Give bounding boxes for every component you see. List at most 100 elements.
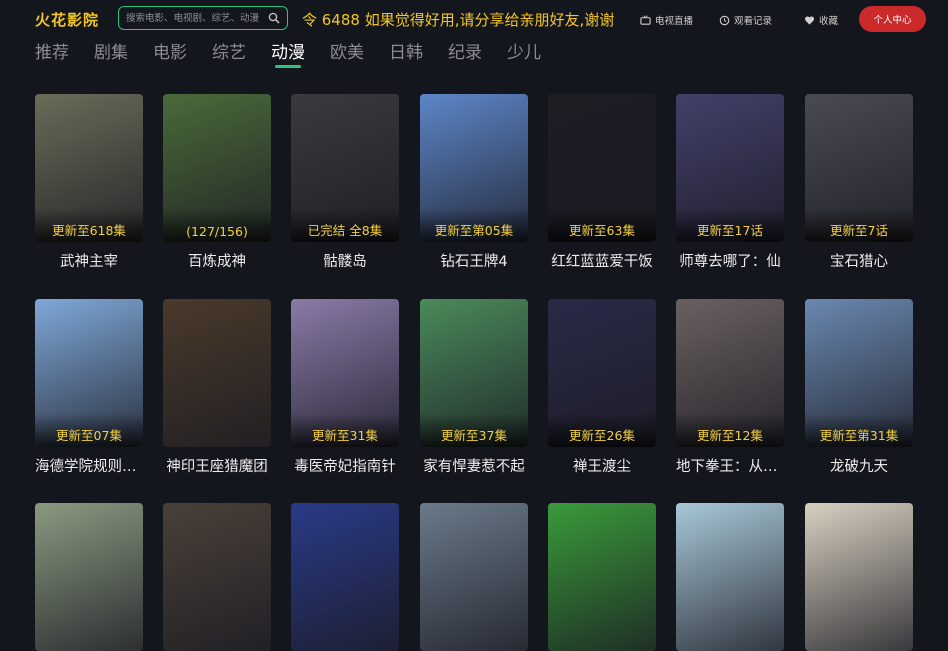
- episode-badge: (127/156): [186, 224, 248, 239]
- heart-icon: [804, 15, 815, 25]
- video-title[interactable]: 红红蓝蓝爱干饭: [548, 250, 656, 271]
- video-card[interactable]: [291, 503, 399, 651]
- video-card[interactable]: 神印王座猎魔团: [163, 299, 271, 476]
- tv-icon: [640, 14, 651, 25]
- tab-3[interactable]: 综艺: [212, 42, 246, 68]
- video-card[interactable]: 更新至12集地下拳王：从零开始: [676, 299, 784, 476]
- notice-marquee: 令 6488 如果觉得好用,请分享给亲朋好友,谢谢: [302, 11, 615, 29]
- user-center-button[interactable]: 个人中心: [859, 6, 926, 32]
- tab-4[interactable]: 动漫: [271, 42, 305, 68]
- episode-badge: 已完结 全8集: [307, 223, 383, 238]
- poster-image[interactable]: [676, 503, 784, 651]
- poster-art: [676, 503, 784, 651]
- video-card[interactable]: [163, 503, 271, 651]
- top-bar: 火花影院 令 6488 如果觉得好用,请分享给亲朋好友,谢谢 电视直播 观看记录…: [0, 0, 948, 40]
- tab-6[interactable]: 日韩: [389, 42, 423, 68]
- episode-badge: 更新至26集: [569, 428, 635, 443]
- video-card[interactable]: 更新至26集禅王渡尘: [548, 299, 656, 476]
- video-card[interactable]: [35, 503, 143, 651]
- episode-badge: 更新至7话: [830, 223, 888, 238]
- video-card[interactable]: 更新至31集毒医帝妃指南针: [291, 299, 399, 476]
- poster-art: [805, 503, 913, 651]
- poster-image[interactable]: 更新至7话: [805, 94, 913, 242]
- history-icon: [719, 15, 730, 25]
- search-box[interactable]: [118, 6, 288, 30]
- poster-image[interactable]: 更新至63集: [548, 94, 656, 242]
- video-title[interactable]: 武神主宰: [35, 250, 143, 271]
- poster-image[interactable]: 更新至26集: [548, 299, 656, 447]
- video-card[interactable]: (127/156) 百炼成神: [163, 94, 271, 271]
- poster-image[interactable]: 更新至17话: [676, 94, 784, 242]
- video-title[interactable]: 地下拳王：从零开始: [676, 455, 784, 476]
- history-button[interactable]: 观看记录: [719, 12, 772, 28]
- poster-image[interactable]: [548, 503, 656, 651]
- poster-image[interactable]: (127/156): [163, 94, 271, 242]
- tab-8[interactable]: 少儿: [507, 42, 541, 68]
- poster-image[interactable]: [163, 299, 271, 447]
- video-title[interactable]: 百炼成神: [163, 250, 271, 271]
- video-card[interactable]: [548, 503, 656, 651]
- poster-art: [420, 503, 528, 651]
- search-icon[interactable]: [268, 12, 280, 24]
- poster-image[interactable]: 更新至第31集: [805, 299, 913, 447]
- video-card[interactable]: 更新至第05集钻石王牌4: [420, 94, 528, 271]
- video-card[interactable]: 更新至07集海德学院规则怪谈: [35, 299, 143, 476]
- tv-live-label: 电视直播: [655, 16, 694, 27]
- poster-image[interactable]: 更新至07集: [35, 299, 143, 447]
- poster-image[interactable]: [420, 503, 528, 651]
- tab-7[interactable]: 纪录: [448, 42, 482, 68]
- video-title[interactable]: 海德学院规则怪谈: [35, 455, 143, 476]
- video-title[interactable]: 钻石王牌4: [420, 250, 528, 271]
- poster-art: [291, 503, 399, 651]
- tab-0[interactable]: 推荐: [35, 42, 69, 68]
- tab-1[interactable]: 剧集: [94, 42, 128, 68]
- favorites-button[interactable]: 收藏: [804, 12, 838, 28]
- video-title[interactable]: 神印王座猎魔团: [163, 455, 271, 476]
- poster-image[interactable]: 更新至12集: [676, 299, 784, 447]
- video-card[interactable]: 更新至63集红红蓝蓝爱干饭: [548, 94, 656, 271]
- poster-image[interactable]: [291, 503, 399, 651]
- episode-badge: 更新至第05集: [434, 223, 514, 238]
- tv-live-button[interactable]: 电视直播: [640, 12, 693, 28]
- search-input[interactable]: [126, 9, 264, 27]
- poster-image[interactable]: 更新至37集: [420, 299, 528, 447]
- episode-badge: 更新至63集: [569, 223, 635, 238]
- tab-5[interactable]: 欧美: [330, 42, 364, 68]
- video-card[interactable]: 更新至618集武神主宰: [35, 94, 143, 271]
- video-card[interactable]: [420, 503, 528, 651]
- video-title[interactable]: 师尊去哪了：仙: [676, 250, 784, 271]
- video-title[interactable]: 龙破九天: [805, 455, 913, 476]
- video-title[interactable]: 禅王渡尘: [548, 455, 656, 476]
- poster-image[interactable]: [805, 503, 913, 651]
- video-title[interactable]: 骷髅岛: [291, 250, 399, 271]
- poster-image[interactable]: [163, 503, 271, 651]
- episode-badge: 更新至31集: [312, 428, 378, 443]
- poster-art: [163, 299, 271, 447]
- video-title[interactable]: 毒医帝妃指南针: [291, 455, 399, 476]
- poster-image[interactable]: 已完结 全8集: [291, 94, 399, 242]
- episode-badge: 更新至17话: [697, 223, 763, 238]
- poster-art: [548, 503, 656, 651]
- video-card[interactable]: 更新至第31集龙破九天: [805, 299, 913, 476]
- video-card[interactable]: [805, 503, 913, 651]
- poster-image[interactable]: [35, 503, 143, 651]
- video-card[interactable]: 已完结 全8集骷髅岛: [291, 94, 399, 271]
- app-logo[interactable]: 火花影院: [35, 9, 99, 30]
- category-tabs: 推荐 剧集 电影 综艺 动漫 欧美 日韩 纪录 少儿: [35, 42, 566, 70]
- video-card[interactable]: 更新至37集家有悍妻惹不起: [420, 299, 528, 476]
- episode-badge: 更新至618集: [52, 223, 126, 238]
- favorites-label: 收藏: [819, 16, 839, 27]
- poster-art: [35, 503, 143, 651]
- tab-2[interactable]: 电影: [153, 42, 187, 68]
- video-card[interactable]: 更新至17话师尊去哪了：仙: [676, 94, 784, 271]
- poster-image[interactable]: 更新至第05集: [420, 94, 528, 242]
- video-title[interactable]: 宝石猎心: [805, 250, 913, 271]
- poster-art: [163, 503, 271, 651]
- poster-image[interactable]: 更新至618集: [35, 94, 143, 242]
- poster-image[interactable]: 更新至31集: [291, 299, 399, 447]
- video-card[interactable]: [676, 503, 784, 651]
- episode-badge: 更新至37集: [441, 428, 507, 443]
- video-card[interactable]: 更新至7话宝石猎心: [805, 94, 913, 271]
- episode-badge: 更新至07集: [56, 428, 122, 443]
- video-title[interactable]: 家有悍妻惹不起: [420, 455, 528, 476]
